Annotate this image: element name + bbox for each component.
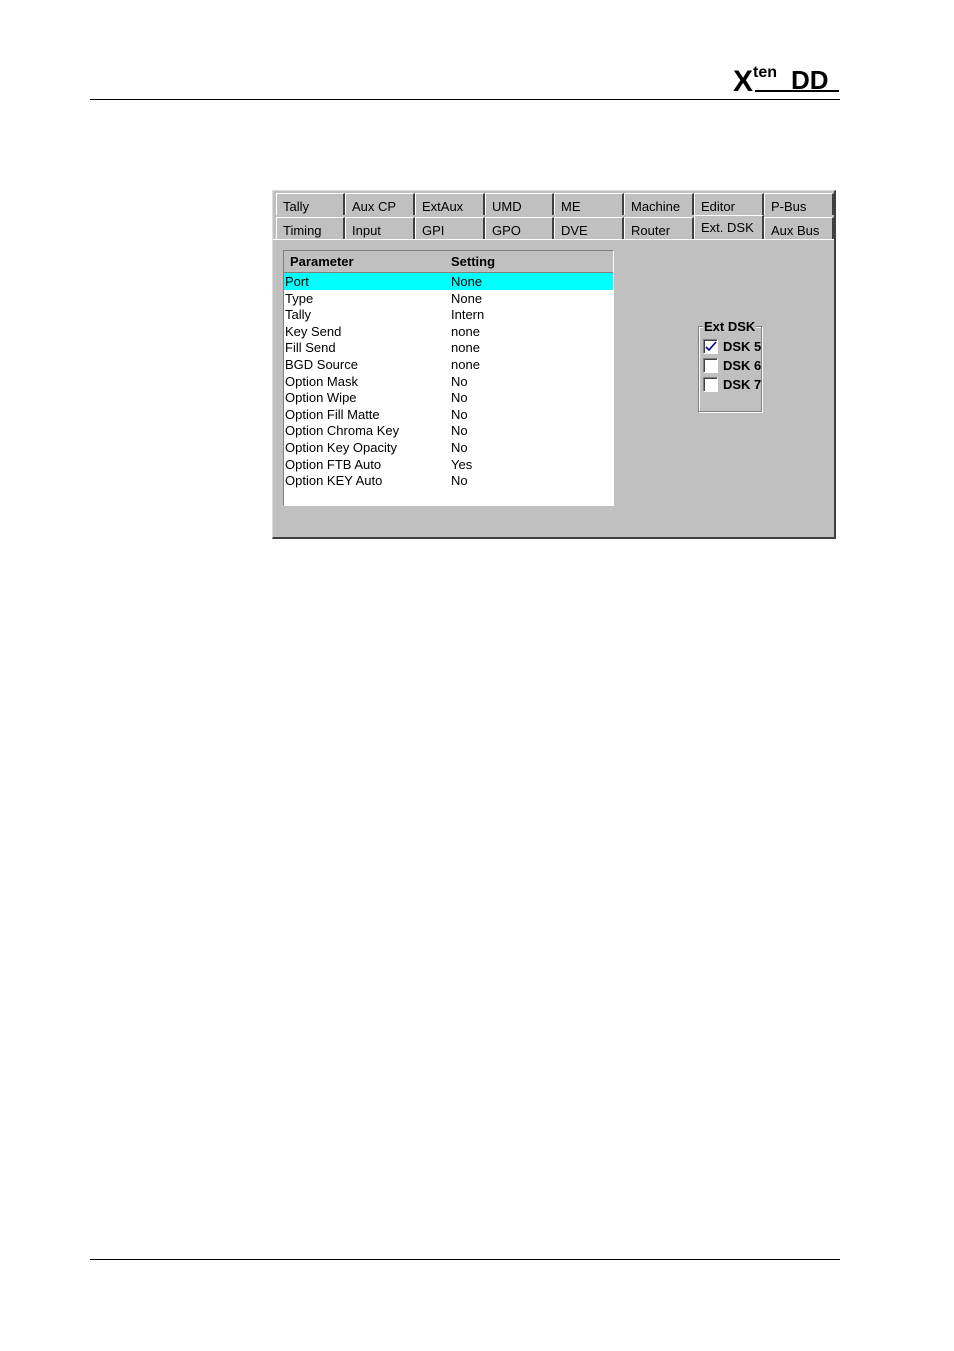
check-icon: [705, 340, 717, 351]
checkbox-dsk-7[interactable]: DSK 7: [703, 375, 761, 393]
table-row[interactable]: Option KEY Auto No: [284, 472, 613, 489]
tab-machine[interactable]: Machine: [624, 193, 694, 215]
parameter-cell: Key Send: [285, 323, 342, 339]
svg-text:ten: ten: [753, 64, 777, 81]
setting-cell: No: [451, 473, 468, 489]
tab-ext-dsk[interactable]: Ext. DSK: [694, 215, 764, 239]
parameter-cell: Port: [285, 274, 309, 289]
checkbox-label: DSK 7: [723, 376, 762, 392]
checkbox-dsk-6[interactable]: DSK 6: [703, 356, 761, 374]
parameter-cell: Type: [285, 290, 314, 306]
checkbox-box[interactable]: [703, 357, 718, 373]
tab-aux-bus[interactable]: Aux Bus: [764, 217, 834, 239]
setting-cell: No: [451, 406, 468, 422]
tab-me[interactable]: ME: [554, 193, 624, 215]
setting-cell: No: [451, 439, 468, 455]
table-row[interactable]: Type None: [284, 290, 613, 307]
ext-dsk-dialog: Tally Aux CP ExtAux UMD ME Machine Editor P-Bus…: [272, 190, 836, 539]
parameter-cell: Option Chroma Key: [285, 423, 400, 439]
setting-cell: None: [451, 290, 483, 306]
table-row[interactable]: Option Key Opacity No: [284, 439, 613, 456]
setting-cell: No: [451, 373, 468, 389]
column-header-parameter[interactable]: Parameter: [290, 254, 354, 269]
tab-timing[interactable]: Timing: [276, 217, 345, 239]
table-row[interactable]: Fill Send none: [284, 339, 613, 356]
checkbox-box[interactable]: [703, 338, 718, 354]
table-row[interactable]: Option FTB Auto Yes: [284, 456, 613, 473]
setting-cell: none: [451, 323, 480, 339]
ext-dsk-group: Ext DSK DSK 5 DSK 6 DSK 7: [698, 319, 762, 412]
table-row[interactable]: Option Wipe No: [284, 389, 613, 406]
table-row[interactable]: BGD Source none: [284, 356, 613, 373]
footer-rule: [90, 1259, 840, 1260]
header-rule: [90, 99, 840, 100]
tab-umd[interactable]: UMD: [485, 193, 554, 215]
parameter-cell: Option Fill Matte: [285, 406, 380, 422]
parameter-cell: Option Key Opacity: [285, 439, 397, 455]
checkbox-label: DSK 5: [723, 338, 762, 354]
tab-input[interactable]: Input: [345, 217, 415, 239]
parameter-table[interactable]: Parameter Setting Port None Type None Tally I…: [283, 250, 614, 506]
parameter-cell: Option Mask: [285, 373, 358, 389]
tab-aux-cp[interactable]: Aux CP: [345, 193, 415, 215]
svg-text:X: X: [733, 65, 753, 98]
setting-cell: No: [451, 423, 468, 439]
setting-cell: none: [451, 340, 480, 356]
setting-cell: Yes: [451, 456, 473, 472]
setting-cell: Intern: [451, 307, 485, 323]
tab-gpi[interactable]: GPI: [415, 217, 485, 239]
parameter-cell: Option Wipe: [285, 390, 357, 406]
tab-router[interactable]: Router: [624, 217, 694, 239]
table-row[interactable]: Port None: [284, 273, 613, 290]
group-title: Ext DSK: [703, 319, 757, 334]
setting-cell: None: [451, 274, 483, 289]
parameter-cell: Option KEY Auto: [285, 473, 383, 489]
tab-editor[interactable]: Editor: [694, 193, 764, 215]
tab-panel: Parameter Setting Port None Type None Tally I…: [273, 239, 834, 537]
table-row[interactable]: Key Send none: [284, 323, 613, 340]
table-row[interactable]: Option Chroma Key No: [284, 422, 613, 439]
table-body: Port None Type None Tally Intern Key Send none F…: [284, 273, 613, 489]
tab-extaux[interactable]: ExtAux: [415, 193, 485, 215]
table-row[interactable]: Option Mask No: [284, 373, 613, 390]
parameter-cell: Tally: [285, 307, 312, 323]
xtend-logo: X ten DD: [733, 58, 843, 98]
parameter-cell: BGD Source: [285, 356, 358, 372]
tab-gpo[interactable]: GPO: [485, 217, 554, 239]
parameter-cell: Option FTB Auto: [285, 456, 382, 472]
table-row[interactable]: Option Fill Matte No: [284, 406, 613, 423]
tab-dve[interactable]: DVE: [554, 217, 624, 239]
tab-tally[interactable]: Tally: [276, 193, 345, 215]
tab-p-bus[interactable]: P-Bus: [764, 193, 834, 215]
table-header: Parameter Setting: [284, 251, 613, 273]
table-row[interactable]: Tally Intern: [284, 306, 613, 323]
parameter-cell: Fill Send: [285, 340, 336, 356]
checkbox-box[interactable]: [703, 376, 718, 392]
checkbox-label: DSK 6: [723, 357, 762, 373]
setting-cell: No: [451, 390, 468, 406]
setting-cell: none: [451, 356, 480, 372]
checkbox-dsk-5[interactable]: DSK 5: [703, 337, 761, 355]
column-header-setting[interactable]: Setting: [451, 254, 495, 269]
